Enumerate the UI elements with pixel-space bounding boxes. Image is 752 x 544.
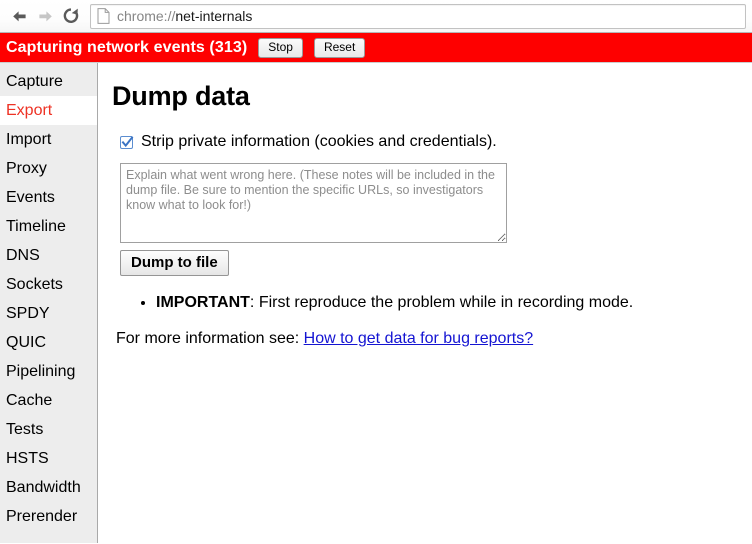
- bug-report-help-link[interactable]: How to get data for bug reports?: [304, 330, 533, 347]
- back-button[interactable]: [6, 3, 32, 29]
- address-bar-text: chrome://net-internals: [117, 8, 252, 24]
- sidebar-item-hsts[interactable]: HSTS: [0, 444, 97, 473]
- forward-button[interactable]: [32, 3, 58, 29]
- forward-arrow-icon: [37, 9, 54, 24]
- url-host: net-internals: [175, 8, 253, 24]
- back-arrow-icon: [11, 9, 28, 24]
- important-label: IMPORTANT: [156, 294, 250, 311]
- dump-to-file-button[interactable]: Dump to file: [120, 250, 229, 276]
- sidebar-item-tests[interactable]: Tests: [0, 415, 97, 444]
- reload-icon: [62, 7, 80, 25]
- important-note-list: IMPORTANT: First reproduce the problem w…: [112, 293, 752, 313]
- sidebar-item-cache[interactable]: Cache: [0, 386, 97, 415]
- more-information-prefix: For more information see:: [116, 330, 300, 347]
- sidebar-item-quic[interactable]: QUIC: [0, 328, 97, 357]
- sidebar-item-sockets[interactable]: Sockets: [0, 270, 97, 299]
- strip-private-info-row[interactable]: Strip private information (cookies and c…: [120, 133, 752, 151]
- url-scheme: chrome://: [117, 8, 176, 24]
- notes-textarea[interactable]: [120, 163, 507, 243]
- stop-capture-button[interactable]: Stop: [258, 37, 303, 58]
- sidebar-item-prerender[interactable]: Prerender: [0, 502, 97, 531]
- capture-status-text: Capturing network events (313): [6, 38, 248, 56]
- sidebar-item-dns[interactable]: DNS: [0, 241, 97, 270]
- page-title: Dump data: [112, 81, 250, 111]
- sidebar-item-pipelining[interactable]: Pipelining: [0, 357, 97, 386]
- sidebar-item-import[interactable]: Import: [0, 125, 97, 154]
- browser-toolbar: chrome://net-internals: [0, 0, 752, 33]
- sidebar-item-spdy[interactable]: SPDY: [0, 299, 97, 328]
- reset-capture-button[interactable]: Reset: [313, 37, 366, 58]
- strip-private-info-checkbox[interactable]: [120, 135, 134, 149]
- sidebar-item-export[interactable]: Export: [0, 96, 97, 125]
- sidebar-item-bandwidth[interactable]: Bandwidth: [0, 473, 97, 502]
- important-text: : First reproduce the problem while in r…: [249, 294, 634, 311]
- sidebar-item-timeline[interactable]: Timeline: [0, 212, 97, 241]
- page-document-icon: [97, 8, 110, 24]
- sidebar-item-events[interactable]: Events: [0, 183, 97, 212]
- more-information-line: For more information see: How to get dat…: [116, 329, 752, 349]
- export-panel: Dump data Strip private information (coo…: [98, 63, 752, 543]
- sidebar-item-capture[interactable]: Capture: [0, 67, 97, 96]
- page-body: Capture Export Import Proxy Events Timel…: [0, 63, 752, 543]
- address-bar[interactable]: chrome://net-internals: [90, 3, 746, 29]
- sidebar-item-proxy[interactable]: Proxy: [0, 154, 97, 183]
- reload-button[interactable]: [58, 3, 84, 29]
- strip-private-info-label: Strip private information (cookies and c…: [141, 133, 497, 150]
- list-item: IMPORTANT: First reproduce the problem w…: [156, 293, 752, 313]
- sidebar-tab-list: Capture Export Import Proxy Events Timel…: [0, 63, 98, 543]
- capture-status-banner: Capturing network events (313) Stop Rese…: [0, 33, 752, 63]
